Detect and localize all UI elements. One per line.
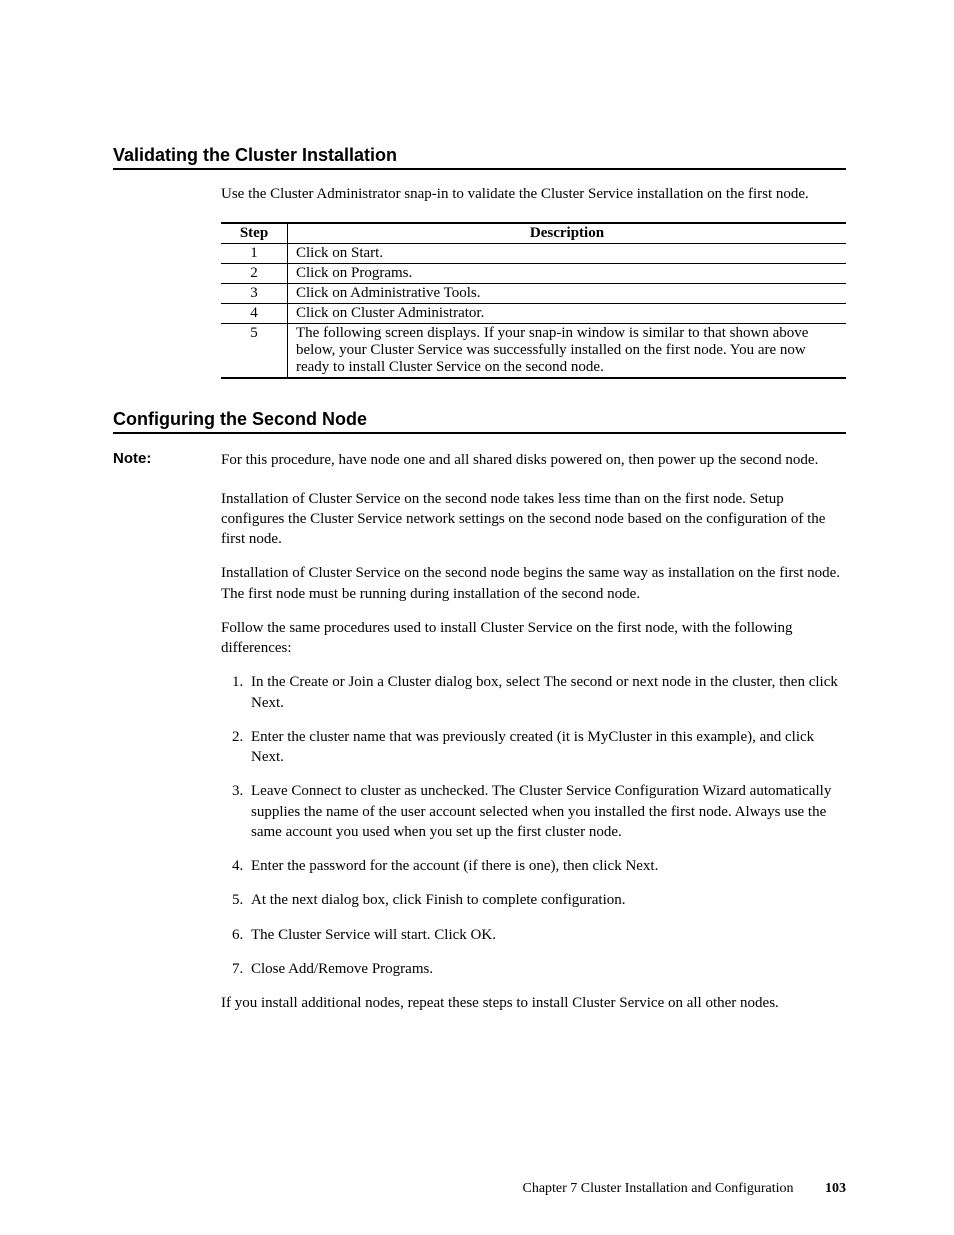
list-item: At the next dialog box, click Finish to … xyxy=(247,890,846,910)
section2-body: Installation of Cluster Service on the s… xyxy=(221,489,846,1014)
table-header-desc: Description xyxy=(288,223,847,244)
list-item: Leave Connect to cluster as unchecked. T… xyxy=(247,781,846,842)
section1-body: Use the Cluster Administrator snap-in to… xyxy=(221,184,846,379)
step-desc: The following screen displays. If your s… xyxy=(288,324,847,379)
differences-list: In the Create or Join a Cluster dialog b… xyxy=(221,672,846,979)
section-heading-validating: Validating the Cluster Installation xyxy=(113,145,846,170)
list-item: Enter the cluster name that was previous… xyxy=(247,727,846,768)
list-item: Close Add/Remove Programs. xyxy=(247,959,846,979)
footer-chapter: Chapter 7 Cluster Installation and Confi… xyxy=(522,1181,793,1196)
step-desc: Click on Start. xyxy=(288,244,847,264)
section2-p4: If you install additional nodes, repeat … xyxy=(221,993,846,1013)
document-page: Validating the Cluster Installation Use … xyxy=(0,0,954,1235)
step-desc: Click on Programs. xyxy=(288,264,847,284)
table-row: 5 The following screen displays. If your… xyxy=(221,324,846,379)
footer-page-number: 103 xyxy=(825,1181,846,1196)
page-footer: Chapter 7 Cluster Installation and Confi… xyxy=(522,1181,846,1197)
section2-p3: Follow the same procedures used to insta… xyxy=(221,618,846,659)
section2-p2: Installation of Cluster Service on the s… xyxy=(221,563,846,604)
table-row: 1 Click on Start. xyxy=(221,244,846,264)
steps-table: Step Description 1 Click on Start. 2 Cli… xyxy=(221,222,846,379)
table-row: 2 Click on Programs. xyxy=(221,264,846,284)
section2-p1: Installation of Cluster Service on the s… xyxy=(221,489,846,550)
list-item: The Cluster Service will start. Click OK… xyxy=(247,925,846,945)
step-desc: Click on Administrative Tools. xyxy=(288,284,847,304)
note-block: Note: For this procedure, have node one … xyxy=(113,450,846,470)
list-item: In the Create or Join a Cluster dialog b… xyxy=(247,672,846,713)
step-desc: Click on Cluster Administrator. xyxy=(288,304,847,324)
table-row: 3 Click on Administrative Tools. xyxy=(221,284,846,304)
list-item: Enter the password for the account (if t… xyxy=(247,856,846,876)
step-number: 2 xyxy=(221,264,288,284)
section1-intro: Use the Cluster Administrator snap-in to… xyxy=(221,184,846,204)
step-number: 1 xyxy=(221,244,288,264)
step-number: 3 xyxy=(221,284,288,304)
note-text: For this procedure, have node one and al… xyxy=(221,450,846,470)
step-number: 5 xyxy=(221,324,288,379)
table-header-step: Step xyxy=(221,223,288,244)
section-heading-configuring: Configuring the Second Node xyxy=(113,409,846,434)
step-number: 4 xyxy=(221,304,288,324)
note-label: Note: xyxy=(113,450,221,470)
table-row: 4 Click on Cluster Administrator. xyxy=(221,304,846,324)
